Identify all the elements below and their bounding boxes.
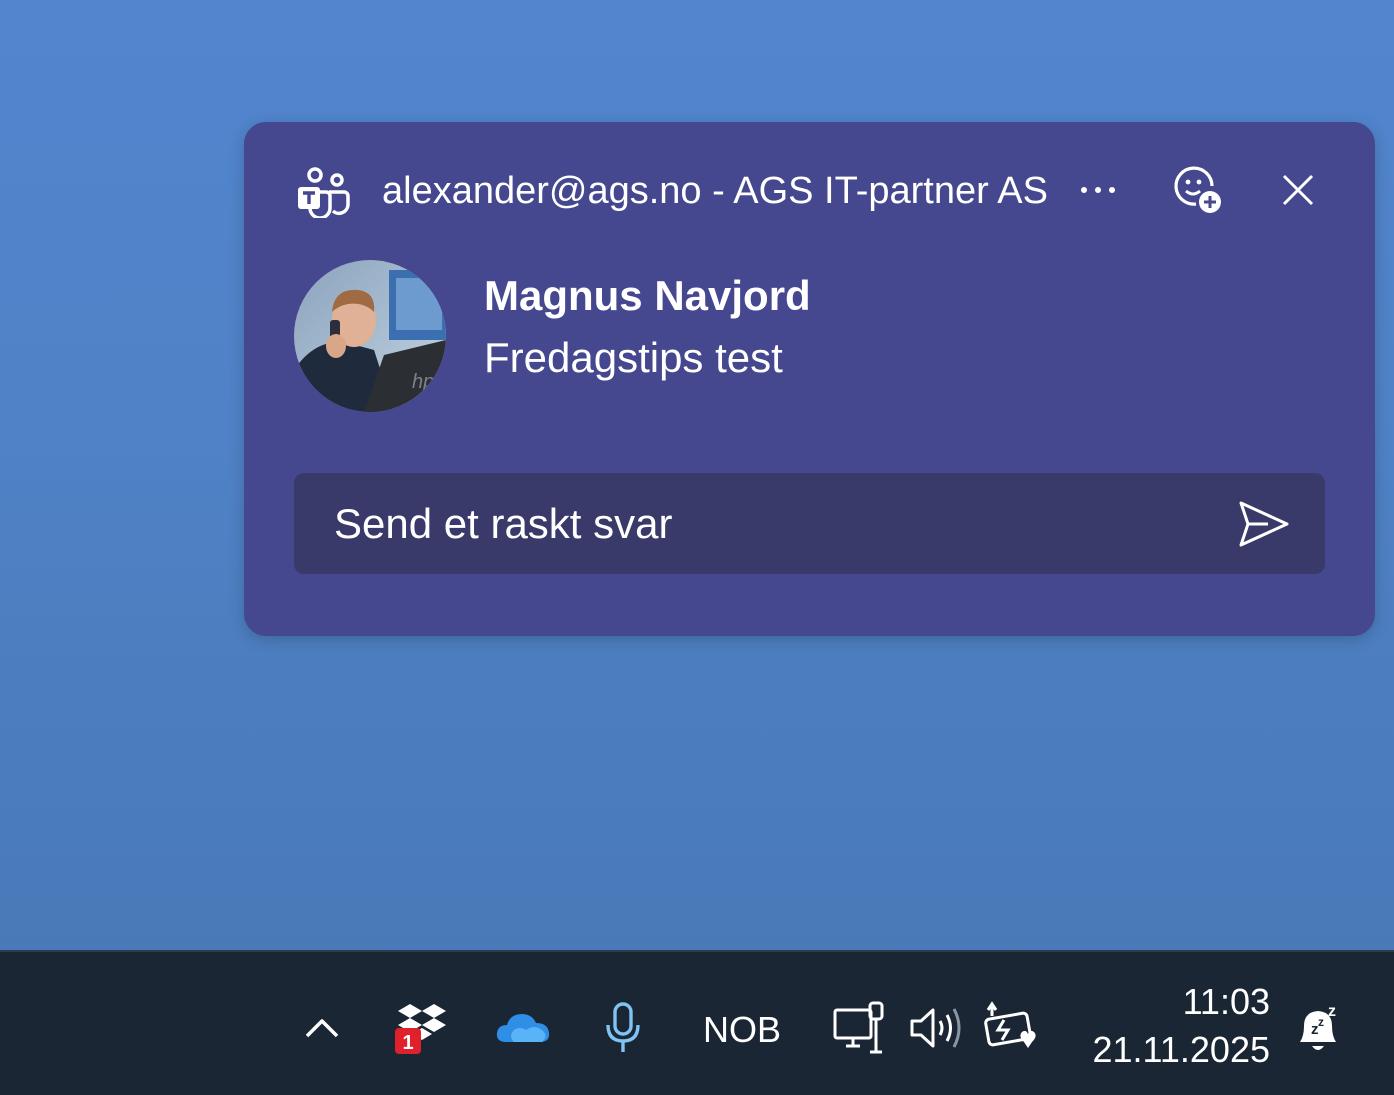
svg-text:z: z	[1318, 1015, 1324, 1029]
taskbar-clock[interactable]: 11:03 21.11.2025	[1070, 978, 1270, 1074]
close-icon	[1282, 174, 1314, 206]
volume-icon	[910, 1008, 961, 1048]
svg-text:hp: hp	[412, 371, 434, 393]
microphone-icon	[606, 1002, 640, 1052]
notification-center-button[interactable]: z z z	[1292, 1002, 1348, 1056]
chevron-up-icon	[305, 1019, 339, 1038]
battery-tray-button[interactable]	[984, 1000, 1042, 1056]
onedrive-icon	[496, 1014, 550, 1042]
show-hidden-icons-button[interactable]	[296, 1002, 348, 1054]
taskbar: 1 NOB 11:03 21.11.2025 z z z	[0, 950, 1394, 1095]
send-icon	[1239, 501, 1289, 547]
dropbox-icon: 1	[395, 1004, 446, 1054]
more-options-button[interactable]	[1068, 160, 1128, 220]
add-reaction-icon	[1174, 166, 1221, 213]
notifications-snoozed-icon: z z z	[1300, 1003, 1336, 1050]
teams-icon	[296, 166, 350, 220]
clock-time: 11:03	[1182, 981, 1270, 1022]
toast-source-account: alexander@ags.no - AGS IT-partner AS	[382, 170, 1048, 212]
close-button[interactable]	[1268, 160, 1328, 220]
volume-tray-button[interactable]	[908, 1002, 964, 1054]
dropbox-badge-count: 1	[402, 1032, 413, 1054]
microphone-tray-button[interactable]	[600, 1000, 646, 1056]
teams-notification-toast[interactable]: alexander@ags.no - AGS IT-partner AS hp …	[244, 122, 1375, 636]
onedrive-tray-button[interactable]	[494, 1004, 552, 1048]
toast-header: alexander@ags.no - AGS IT-partner AS	[244, 122, 1375, 262]
quick-reply-input[interactable]	[334, 473, 1214, 574]
network-tray-button[interactable]	[832, 1000, 890, 1056]
svg-text:z: z	[1328, 1003, 1336, 1020]
sender-name: Magnus Navjord	[484, 272, 811, 319]
sender-avatar: hp	[294, 260, 446, 412]
add-reaction-button[interactable]	[1168, 160, 1228, 220]
clock-date: 21.11.2025	[1092, 1029, 1270, 1070]
input-language-indicator[interactable]: NOB	[690, 1006, 794, 1054]
more-options-icon	[1081, 187, 1115, 193]
dropbox-tray-button[interactable]: 1	[392, 1000, 450, 1058]
message-text: Fredagstips test	[484, 334, 783, 381]
send-button[interactable]	[1232, 493, 1296, 555]
network-icon	[833, 1001, 884, 1054]
quick-reply-box	[294, 473, 1325, 574]
battery-charging-icon	[984, 1001, 1036, 1048]
